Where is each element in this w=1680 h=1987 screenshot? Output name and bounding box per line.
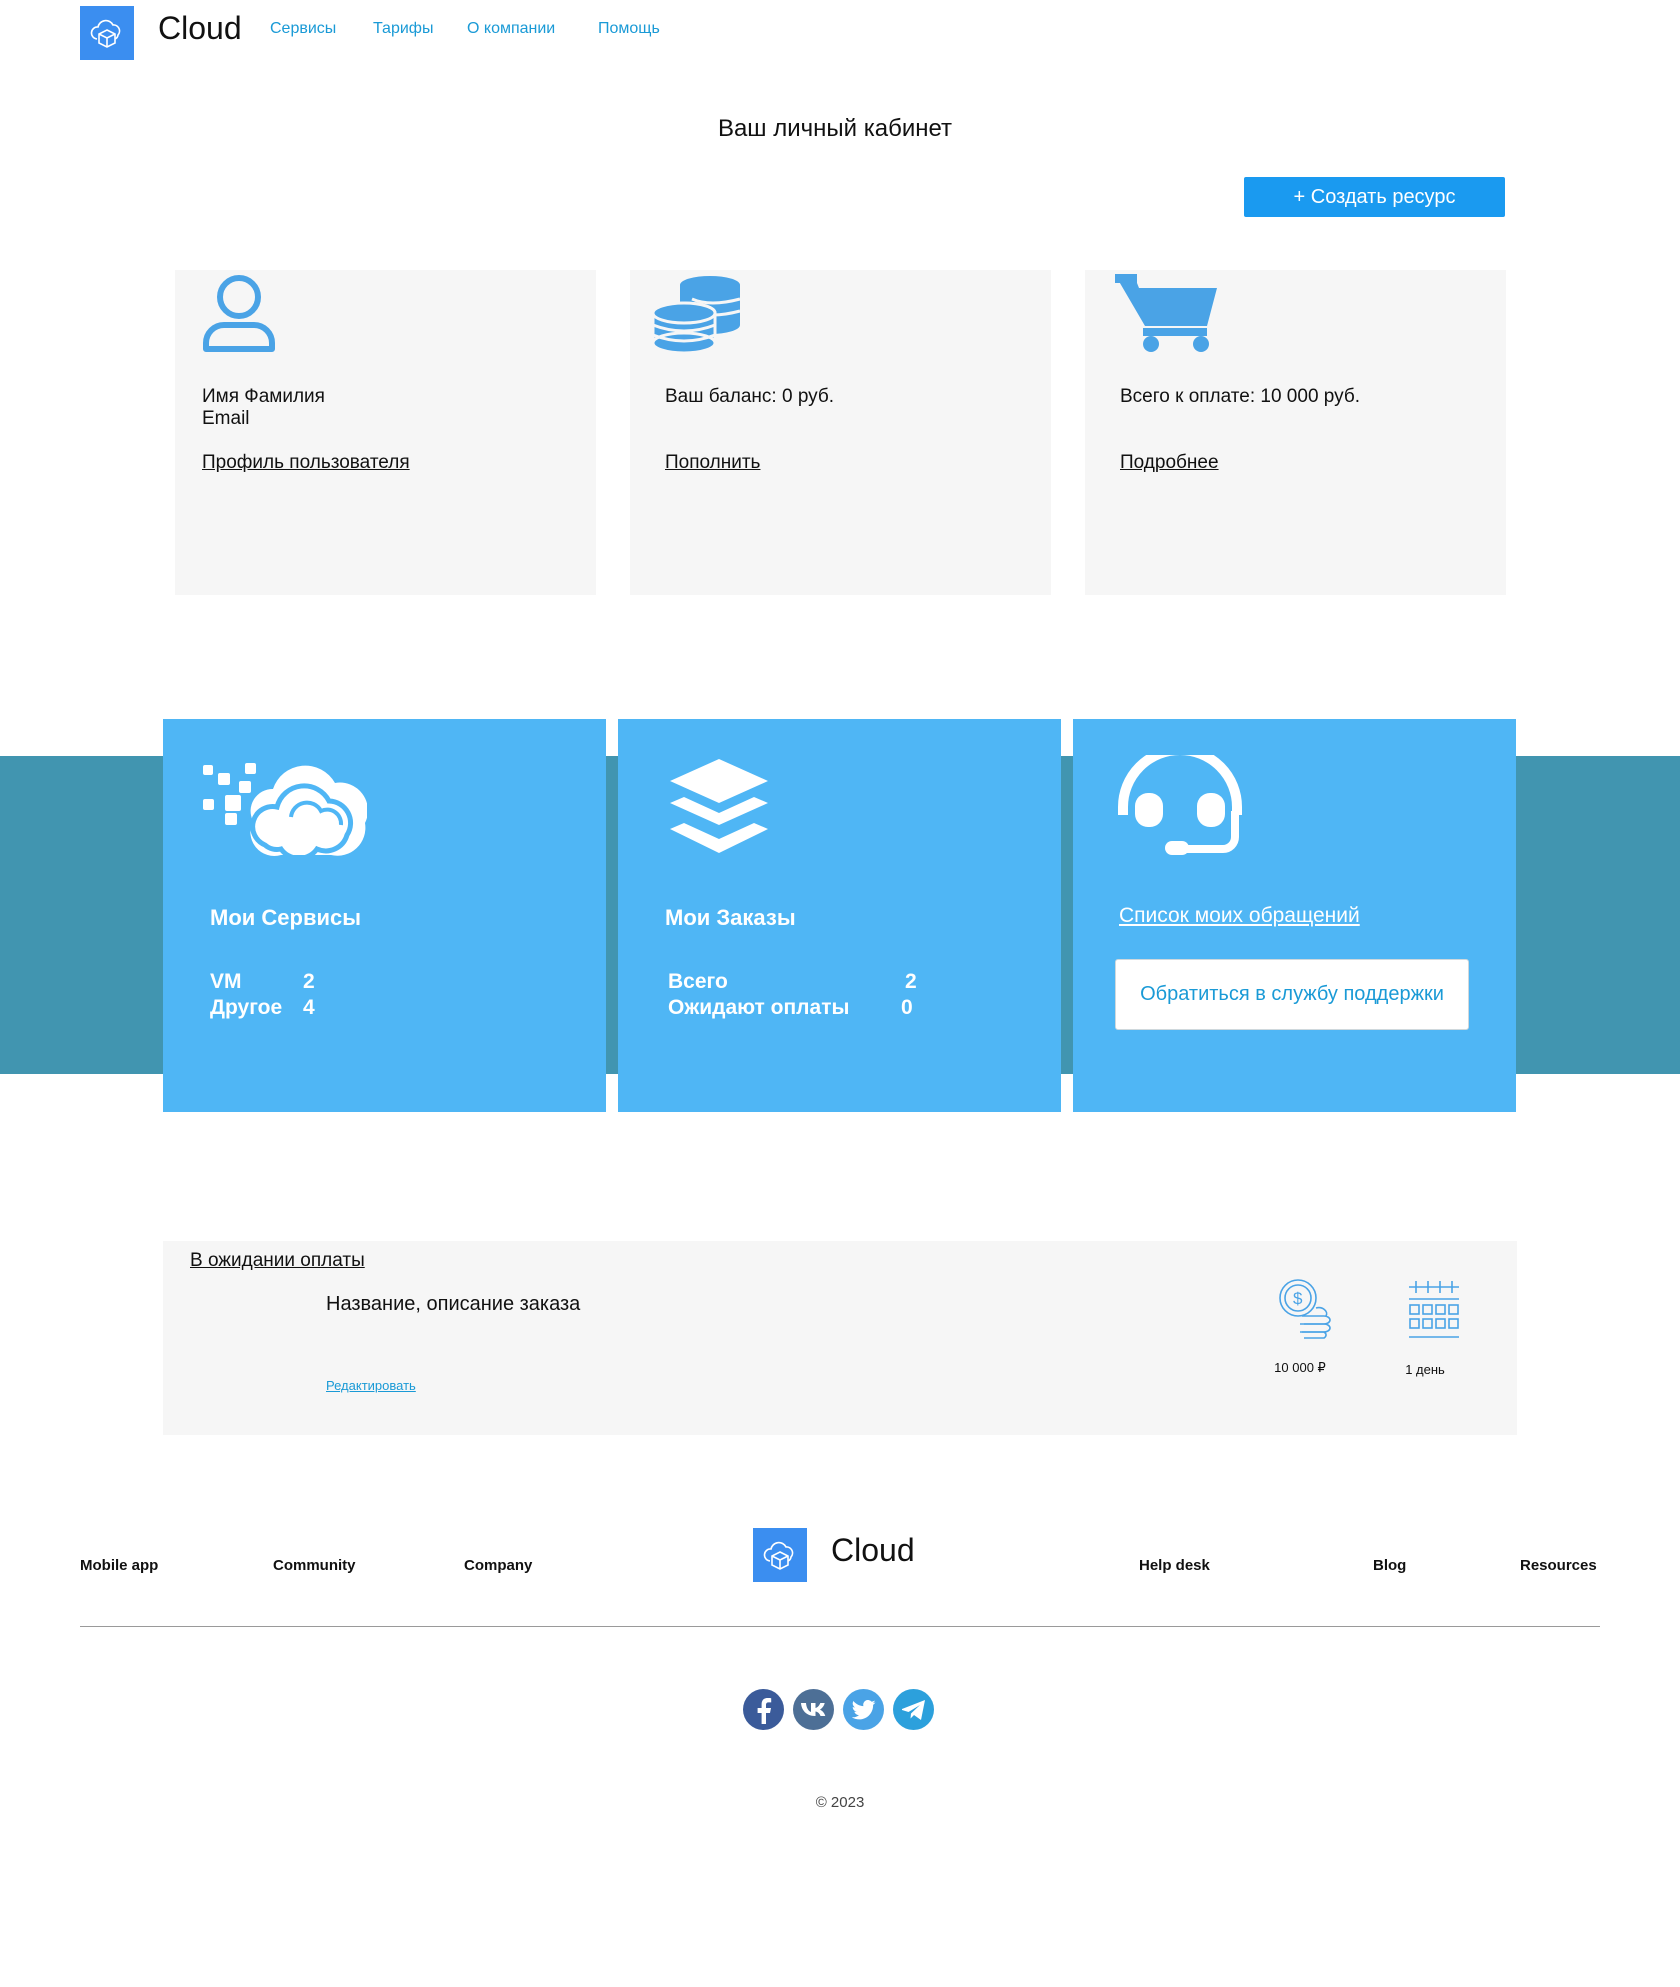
payment-total: Всего к оплате: 10 000 руб. <box>1120 386 1361 407</box>
create-resource-button[interactable]: + Создать ресурс <box>1244 177 1505 217</box>
balance-card: Ваш баланс: 0 руб. Пополнить <box>630 270 1051 595</box>
orders-row-pending-label: Ожидают оплаты <box>668 996 850 1019</box>
payment-card: Всего к оплате: 10 000 руб. Подробнее <box>1085 270 1506 595</box>
footer-company[interactable]: Company <box>464 1557 532 1574</box>
cart-icon <box>1115 274 1217 352</box>
calendar-icon <box>1409 1281 1459 1338</box>
edit-order-link[interactable]: Редактировать <box>326 1378 416 1393</box>
orders-title: Мои Заказы <box>665 905 796 930</box>
nav-about[interactable]: О компании <box>467 20 555 38</box>
profile-link[interactable]: Профиль пользователя <box>202 452 410 474</box>
footer-divider <box>80 1626 1600 1627</box>
user-name: Имя Фамилия <box>202 386 325 407</box>
services-row-other-label: Другое <box>210 996 283 1019</box>
pending-order-panel: В ожидании оплаты Название, описание зак… <box>163 1241 1517 1435</box>
top-up-link[interactable]: Пополнить <box>665 452 760 474</box>
user-icon <box>203 275 275 352</box>
layers-icon <box>670 759 768 853</box>
cloud-service-icon <box>203 763 367 859</box>
support-tickets-link[interactable]: Список моих обращений <box>1119 904 1360 928</box>
services-row-vm-label: VM <box>210 970 242 993</box>
user-email: Email <box>202 408 250 429</box>
copyright: © 2023 <box>815 1794 865 1811</box>
pending-heading-link[interactable]: В ожидании оплаты <box>190 1250 365 1272</box>
orders-row-total-label: Всего <box>668 970 728 993</box>
nav-pricing[interactable]: Тарифы <box>373 20 433 38</box>
twitter-icon[interactable] <box>843 1689 884 1730</box>
balance-text: Ваш баланс: 0 руб. <box>665 386 835 407</box>
orders-row-pending-value: 0 <box>901 996 913 1019</box>
footer-brand[interactable]: Cloud <box>831 1532 915 1569</box>
order-price: 10 000 ₽ <box>1274 1360 1326 1375</box>
logo[interactable] <box>80 6 134 60</box>
order-duration: 1 день <box>1405 1362 1445 1377</box>
nav-help[interactable]: Помощь <box>598 20 660 38</box>
headset-icon <box>1118 755 1242 855</box>
contact-support-button[interactable]: Обратиться в службу поддержки <box>1115 959 1469 1030</box>
coins-icon <box>652 276 741 353</box>
orders-card[interactable]: Мои Заказы Всего 2 Ожидают оплаты 0 <box>618 719 1061 1112</box>
cloud-cube-logo-icon <box>763 1541 794 1570</box>
cloud-cube-logo-icon <box>90 19 121 48</box>
brand-name[interactable]: Cloud <box>158 10 242 47</box>
svg-text:$: $ <box>1293 1289 1303 1308</box>
support-card: Список моих обращений Обратиться в служб… <box>1073 719 1516 1112</box>
footer-help-desk[interactable]: Help desk <box>1139 1557 1210 1574</box>
services-row-vm-value: 2 <box>303 970 315 993</box>
footer-mobile-app[interactable]: Mobile app <box>80 1557 158 1574</box>
order-description: Название, описание заказа <box>326 1293 581 1315</box>
footer-blog[interactable]: Blog <box>1373 1557 1406 1574</box>
footer-logo[interactable] <box>753 1528 807 1582</box>
services-card[interactable]: Мои Сервисы VM 2 Другое 4 <box>163 719 606 1112</box>
coin-price-icon: $ <box>1279 1279 1331 1339</box>
vk-icon[interactable] <box>793 1689 834 1730</box>
telegram-icon[interactable] <box>893 1689 934 1730</box>
services-row-other-value: 4 <box>303 996 315 1019</box>
payment-details-link[interactable]: Подробнее <box>1120 452 1219 474</box>
footer-resources[interactable]: Resources <box>1520 1557 1597 1574</box>
profile-card: Имя Фамилия Email Профиль пользователя <box>175 270 596 595</box>
page-title: Ваш личный кабинет <box>717 115 953 142</box>
facebook-icon[interactable] <box>743 1689 784 1730</box>
services-title: Мои Сервисы <box>210 905 362 930</box>
orders-row-total-value: 2 <box>905 970 917 993</box>
footer-community[interactable]: Community <box>273 1557 356 1574</box>
nav-services[interactable]: Сервисы <box>270 20 336 38</box>
